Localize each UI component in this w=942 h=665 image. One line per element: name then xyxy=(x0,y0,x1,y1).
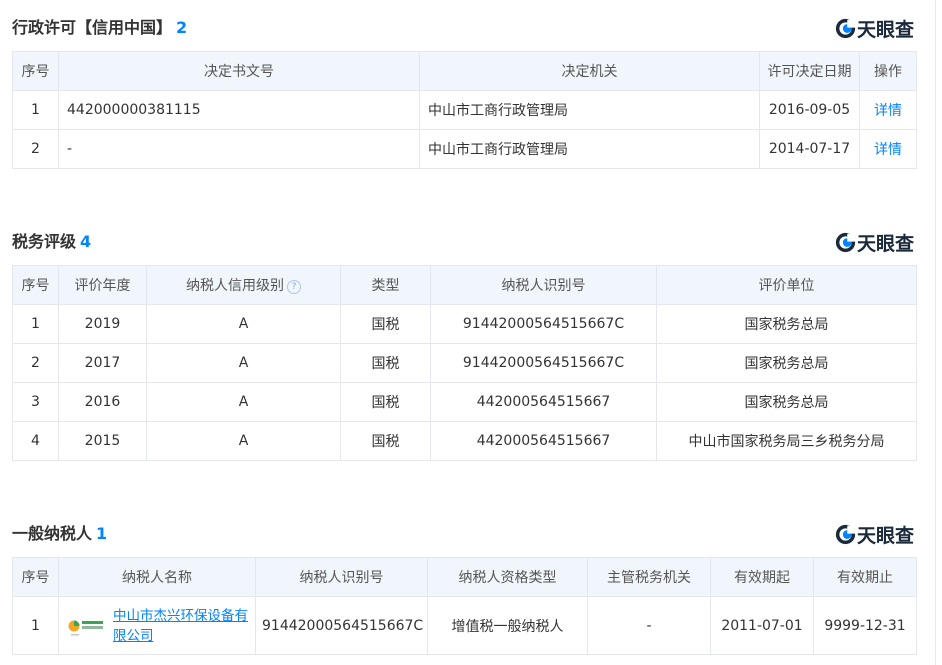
license-section: 行政许可【信用中国】 2 天眼查 序号 决定书文号 决定机关 许可决定日期 操作 … xyxy=(12,6,917,169)
row-number: 1 xyxy=(12,90,59,130)
document-number: 442000000381115 xyxy=(58,90,420,130)
general-taxpayer-table: 序号 纳税人名称 纳税人识别号 纳税人资格类型 主管税务机关 有效期起 有效期止… xyxy=(12,557,917,655)
rating-unit: 中山市国家税务局三乡税务分局 xyxy=(656,421,917,461)
table-row: 2 - 中山市工商行政管理局 2014-07-17 详情 xyxy=(12,129,917,169)
tax-type: 国税 xyxy=(340,304,431,344)
column-header: 有效期起 xyxy=(710,557,814,597)
rating-year: 2015 xyxy=(58,421,147,461)
brand-name: 天眼查 xyxy=(856,232,914,255)
help-icon[interactable]: ? xyxy=(287,280,301,294)
tianyancha-logo: 天眼查 xyxy=(835,16,914,41)
rating-unit: 国家税务总局 xyxy=(656,343,917,383)
section-header: 税务评级 4 天眼查 xyxy=(12,220,916,256)
decision-date: 2016-09-05 xyxy=(759,90,860,130)
rating-year: 2017 xyxy=(58,343,147,383)
tianyancha-logo-icon xyxy=(835,18,856,38)
credit-level: A xyxy=(146,382,341,422)
row-number: 2 xyxy=(12,129,59,169)
column-header: 决定书文号 xyxy=(58,51,420,91)
decision-authority: 中山市工商行政管理局 xyxy=(419,90,760,130)
document-number: - xyxy=(58,129,420,169)
table-header-row: 序号 决定书文号 决定机关 许可决定日期 操作 xyxy=(12,51,917,91)
general-taxpayer-section: 一般纳税人 1 天眼查 序号 纳税人名称 纳税人识别号 纳税人资格类型 主管税务机… xyxy=(12,512,917,655)
tax-type: 国税 xyxy=(340,382,431,422)
tianyancha-logo: 天眼查 xyxy=(835,522,914,547)
row-number: 2 xyxy=(12,343,59,383)
credit-level: A xyxy=(146,304,341,344)
column-header: 纳税人识别号 xyxy=(255,557,428,597)
rating-unit: 国家税务总局 xyxy=(656,304,917,344)
table-row: 3 2016 A 国税 442000564515667 国家税务总局 xyxy=(12,382,917,422)
section-count: 2 xyxy=(176,18,188,37)
tax-type: 国税 xyxy=(340,343,431,383)
tax-rating-section: 税务评级 4 天眼查 序号 评价年度 纳税人信用级别? 类型 纳税人识别号 评价单… xyxy=(12,220,917,461)
action-cell: 详情 xyxy=(859,90,917,130)
taxpayer-name-link[interactable]: 中山市杰兴环保设备有限公司 xyxy=(113,606,249,646)
brand-name: 天眼查 xyxy=(856,18,914,41)
column-header: 操作 xyxy=(859,51,917,91)
brand-name: 天眼查 xyxy=(856,524,914,547)
details-link[interactable]: 详情 xyxy=(874,142,902,158)
column-header: 许可决定日期 xyxy=(759,51,860,91)
section-title: 行政许可【信用中国】 2 xyxy=(12,18,188,37)
valid-to: 9999-12-31 xyxy=(813,596,917,655)
taxpayer-name-cell: 中山市杰兴环保设备有限公司 xyxy=(58,596,256,655)
column-header: 纳税人名称 xyxy=(58,557,256,597)
section-count: 4 xyxy=(80,232,92,251)
table-header-row: 序号 评价年度 纳税人信用级别? 类型 纳税人识别号 评价单位 xyxy=(12,265,917,305)
table-row: 1 2019 A 国税 91442000564515667C 国家税务总局 xyxy=(12,304,917,344)
column-header: 主管税务机关 xyxy=(587,557,711,597)
right-divider xyxy=(935,0,936,665)
column-header: 序号 xyxy=(12,265,59,305)
credit-level: A xyxy=(146,343,341,383)
column-header: 评价年度 xyxy=(58,265,147,305)
qualification-type: 增值税一般纳税人 xyxy=(427,596,588,655)
details-link[interactable]: 详情 xyxy=(874,103,902,119)
license-table: 序号 决定书文号 决定机关 许可决定日期 操作 1 44200000038111… xyxy=(12,51,917,169)
tax-authority: - xyxy=(587,596,711,655)
taxpayer-id: 91442000564515667C xyxy=(430,343,657,383)
table-header-row: 序号 纳税人名称 纳税人识别号 纳税人资格类型 主管税务机关 有效期起 有效期止 xyxy=(12,557,917,597)
taxpayer-id: 91442000564515667C xyxy=(430,304,657,344)
row-number: 3 xyxy=(12,382,59,422)
section-title: 一般纳税人 1 xyxy=(12,524,108,543)
column-header: 序号 xyxy=(12,557,59,597)
column-header: 评价单位 xyxy=(656,265,917,305)
taxpayer-id: 442000564515667 xyxy=(430,382,657,422)
action-cell: 详情 xyxy=(859,129,917,169)
tax-rating-table: 序号 评价年度 纳税人信用级别? 类型 纳税人识别号 评价单位 1 2019 A… xyxy=(12,265,917,461)
section-title: 税务评级 4 xyxy=(12,232,92,251)
row-number: 1 xyxy=(12,304,59,344)
column-header: 纳税人资格类型 xyxy=(427,557,588,597)
column-header: 序号 xyxy=(12,51,59,91)
taxpayer-id: 442000564515667 xyxy=(430,421,657,461)
decision-date: 2014-07-17 xyxy=(759,129,860,169)
row-number: 1 xyxy=(12,596,59,655)
valid-from: 2011-07-01 xyxy=(710,596,814,655)
decision-authority: 中山市工商行政管理局 xyxy=(419,129,760,169)
row-number: 4 xyxy=(12,421,59,461)
rating-unit: 国家税务总局 xyxy=(656,382,917,422)
column-header: 纳税人识别号 xyxy=(430,265,657,305)
tianyancha-logo: 天眼查 xyxy=(835,230,914,255)
column-header: 纳税人信用级别? xyxy=(146,265,341,305)
table-row: 1 中山市杰兴环保设备有限公司 91442000564515667C 增值税一般… xyxy=(12,596,917,655)
column-header: 类型 xyxy=(340,265,431,305)
table-row: 2 2017 A 国税 91442000564515667C 国家税务总局 xyxy=(12,343,917,383)
section-count: 1 xyxy=(96,524,108,543)
rating-year: 2016 xyxy=(58,382,147,422)
tianyancha-logo-icon xyxy=(835,232,856,252)
tianyancha-logo-icon xyxy=(835,524,856,544)
credit-level: A xyxy=(146,421,341,461)
section-header: 行政许可【信用中国】 2 天眼查 xyxy=(12,6,916,42)
table-row: 1 442000000381115 中山市工商行政管理局 2016-09-05 … xyxy=(12,90,917,130)
table-row: 4 2015 A 国税 442000564515667 中山市国家税务局三乡税务… xyxy=(12,421,917,461)
section-header: 一般纳税人 1 天眼查 xyxy=(12,512,916,548)
tax-type: 国税 xyxy=(340,421,431,461)
column-header: 决定机关 xyxy=(419,51,760,91)
taxpayer-id: 91442000564515667C xyxy=(255,596,428,655)
rating-year: 2019 xyxy=(58,304,147,344)
company-logo-icon xyxy=(68,620,103,635)
column-header: 有效期止 xyxy=(813,557,917,597)
